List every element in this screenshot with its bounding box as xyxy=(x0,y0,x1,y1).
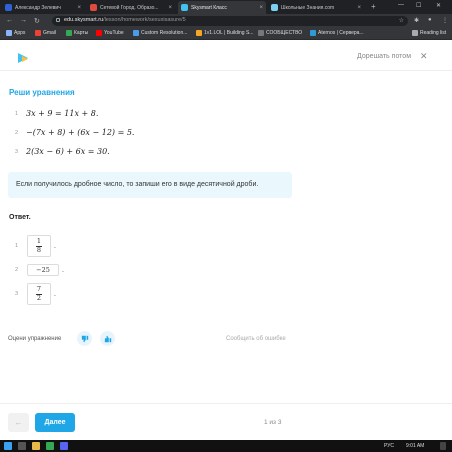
search-icon[interactable] xyxy=(18,442,26,450)
site-favicon-icon xyxy=(196,30,202,36)
close-icon[interactable]: ✕ xyxy=(420,51,428,62)
extensions-icon[interactable]: ✱ xyxy=(414,17,419,24)
thumbs-up-icon xyxy=(104,335,111,342)
equation-item: 1 3x + 9 = 11x + 8. xyxy=(15,109,99,118)
url-text: edu.skysmart.ru/lesson/homework/sexuxisa… xyxy=(64,17,186,23)
back-icon[interactable]: ← xyxy=(6,17,13,24)
skysmart-icon xyxy=(181,4,188,11)
like-button[interactable] xyxy=(100,331,115,346)
fraction: 1 8 xyxy=(36,237,42,255)
taskbar: РУС 9:01 AM xyxy=(0,440,452,452)
hint-text: Если получилось дробное число, то запиши… xyxy=(16,181,259,188)
forward-icon[interactable]: → xyxy=(20,17,27,24)
thumbs-down-icon xyxy=(81,335,88,342)
vk-icon xyxy=(5,4,12,11)
file-explorer-icon[interactable] xyxy=(32,442,40,450)
menu-icon[interactable]: ⋮ xyxy=(442,17,448,24)
answer-label: Ответ. xyxy=(9,214,31,221)
equation-item: 3 2(3x − 6) + 6x = 30. xyxy=(15,147,110,156)
browser-tab[interactable]: Сетевой Город. Образо... × xyxy=(87,1,175,14)
close-window-icon[interactable]: ✕ xyxy=(436,2,441,9)
address-toolbar: ← → ↻ edu.skysmart.ru/lesson/homework/se… xyxy=(0,14,452,28)
bookmark-1v1lol[interactable]: 1v1.LOL | Building S... xyxy=(196,30,253,36)
gmail-icon xyxy=(35,30,41,36)
dislike-button[interactable] xyxy=(77,331,92,346)
report-error-link[interactable]: Сообщить об ошибке xyxy=(226,336,286,342)
bookmark-aternos[interactable]: Aternos | Сервера... xyxy=(310,30,364,36)
page-header: Дорешать потом ✕ xyxy=(0,41,452,71)
url-bar[interactable]: edu.skysmart.ru/lesson/homework/sexuxisa… xyxy=(52,16,408,26)
minimize-icon[interactable]: — xyxy=(398,2,404,8)
apps-icon xyxy=(6,30,12,36)
bookmark-gmail[interactable]: Gmail xyxy=(35,30,56,36)
znanija-icon xyxy=(271,4,278,11)
site-favicon-icon xyxy=(258,30,264,36)
fraction: 7 2 xyxy=(36,285,42,303)
clock[interactable]: 9:01 AM xyxy=(406,443,424,449)
bookmark-community[interactable]: СООБЩЕСТВО xyxy=(258,30,302,36)
answer-input[interactable]: 7 2 xyxy=(27,283,51,305)
reload-icon[interactable]: ↻ xyxy=(34,17,40,25)
new-tab-icon[interactable]: + xyxy=(371,2,376,11)
bookmark-maps[interactable]: Карты xyxy=(66,30,88,36)
browser-tab-active[interactable]: Skysmart Класс × xyxy=(178,1,266,14)
browser-tab-strip: Александр Зелевич × Сетевой Город. Образ… xyxy=(0,0,452,14)
bookmark-star-icon[interactable]: ☆ xyxy=(399,17,404,24)
browser-tab[interactable]: Школьные Знания.com × xyxy=(268,1,364,14)
answer-row: 3 7 2 . xyxy=(15,283,56,305)
site-favicon-icon xyxy=(133,30,139,36)
bookmark-youtube[interactable]: YouTube xyxy=(96,30,124,36)
answer-input[interactable]: 1 8 xyxy=(27,235,51,257)
close-tab-icon[interactable]: × xyxy=(74,5,81,11)
page-footer: ← Далее 1 из 3 xyxy=(0,403,452,439)
hint-box: Если получилось дробное число, то запиши… xyxy=(8,172,292,198)
bookmarks-bar: Apps Gmail Карты YouTube Custom Resoluti… xyxy=(0,28,452,40)
answer-input[interactable]: −25 xyxy=(27,264,59,276)
finish-later-link[interactable]: Дорешать потом xyxy=(357,53,411,60)
youtube-icon xyxy=(96,30,102,36)
maximize-icon[interactable]: ☐ xyxy=(416,2,421,9)
answer-row: 2 −25 . xyxy=(15,264,64,276)
bookmark-apps[interactable]: Apps xyxy=(6,30,25,36)
bookmark-custom-resolution[interactable]: Custom Resolution... xyxy=(133,30,187,36)
reading-list[interactable]: Reading list xyxy=(412,30,446,36)
browser-tab[interactable]: Александр Зелевич × xyxy=(2,1,84,14)
site-favicon-icon xyxy=(90,4,97,11)
close-tab-icon[interactable]: × xyxy=(165,5,172,11)
chrome-icon[interactable] xyxy=(46,442,54,450)
answer-row: 1 1 8 . xyxy=(15,235,56,257)
maps-icon xyxy=(66,30,72,36)
close-tab-icon[interactable]: × xyxy=(354,5,361,11)
app-icon[interactable] xyxy=(60,442,68,450)
close-tab-icon[interactable]: × xyxy=(256,5,263,11)
rate-label: Оцени упражнение xyxy=(8,336,62,342)
page-counter: 1 из 3 xyxy=(264,419,282,426)
next-button[interactable]: Далее xyxy=(35,413,75,432)
language-indicator[interactable]: РУС xyxy=(384,443,394,449)
reading-list-icon xyxy=(412,30,418,36)
notifications-icon[interactable] xyxy=(440,442,446,450)
skysmart-logo-accent xyxy=(22,56,28,62)
lock-icon xyxy=(56,18,60,22)
exercise-title: Реши уравнения xyxy=(9,88,75,97)
back-button[interactable]: ← xyxy=(8,413,29,432)
profile-icon[interactable]: ● xyxy=(428,17,432,23)
site-favicon-icon xyxy=(310,30,316,36)
equation-item: 2 −(7x + 8) + (6x − 12) = 5. xyxy=(15,128,135,137)
windows-start-icon[interactable] xyxy=(4,442,12,450)
